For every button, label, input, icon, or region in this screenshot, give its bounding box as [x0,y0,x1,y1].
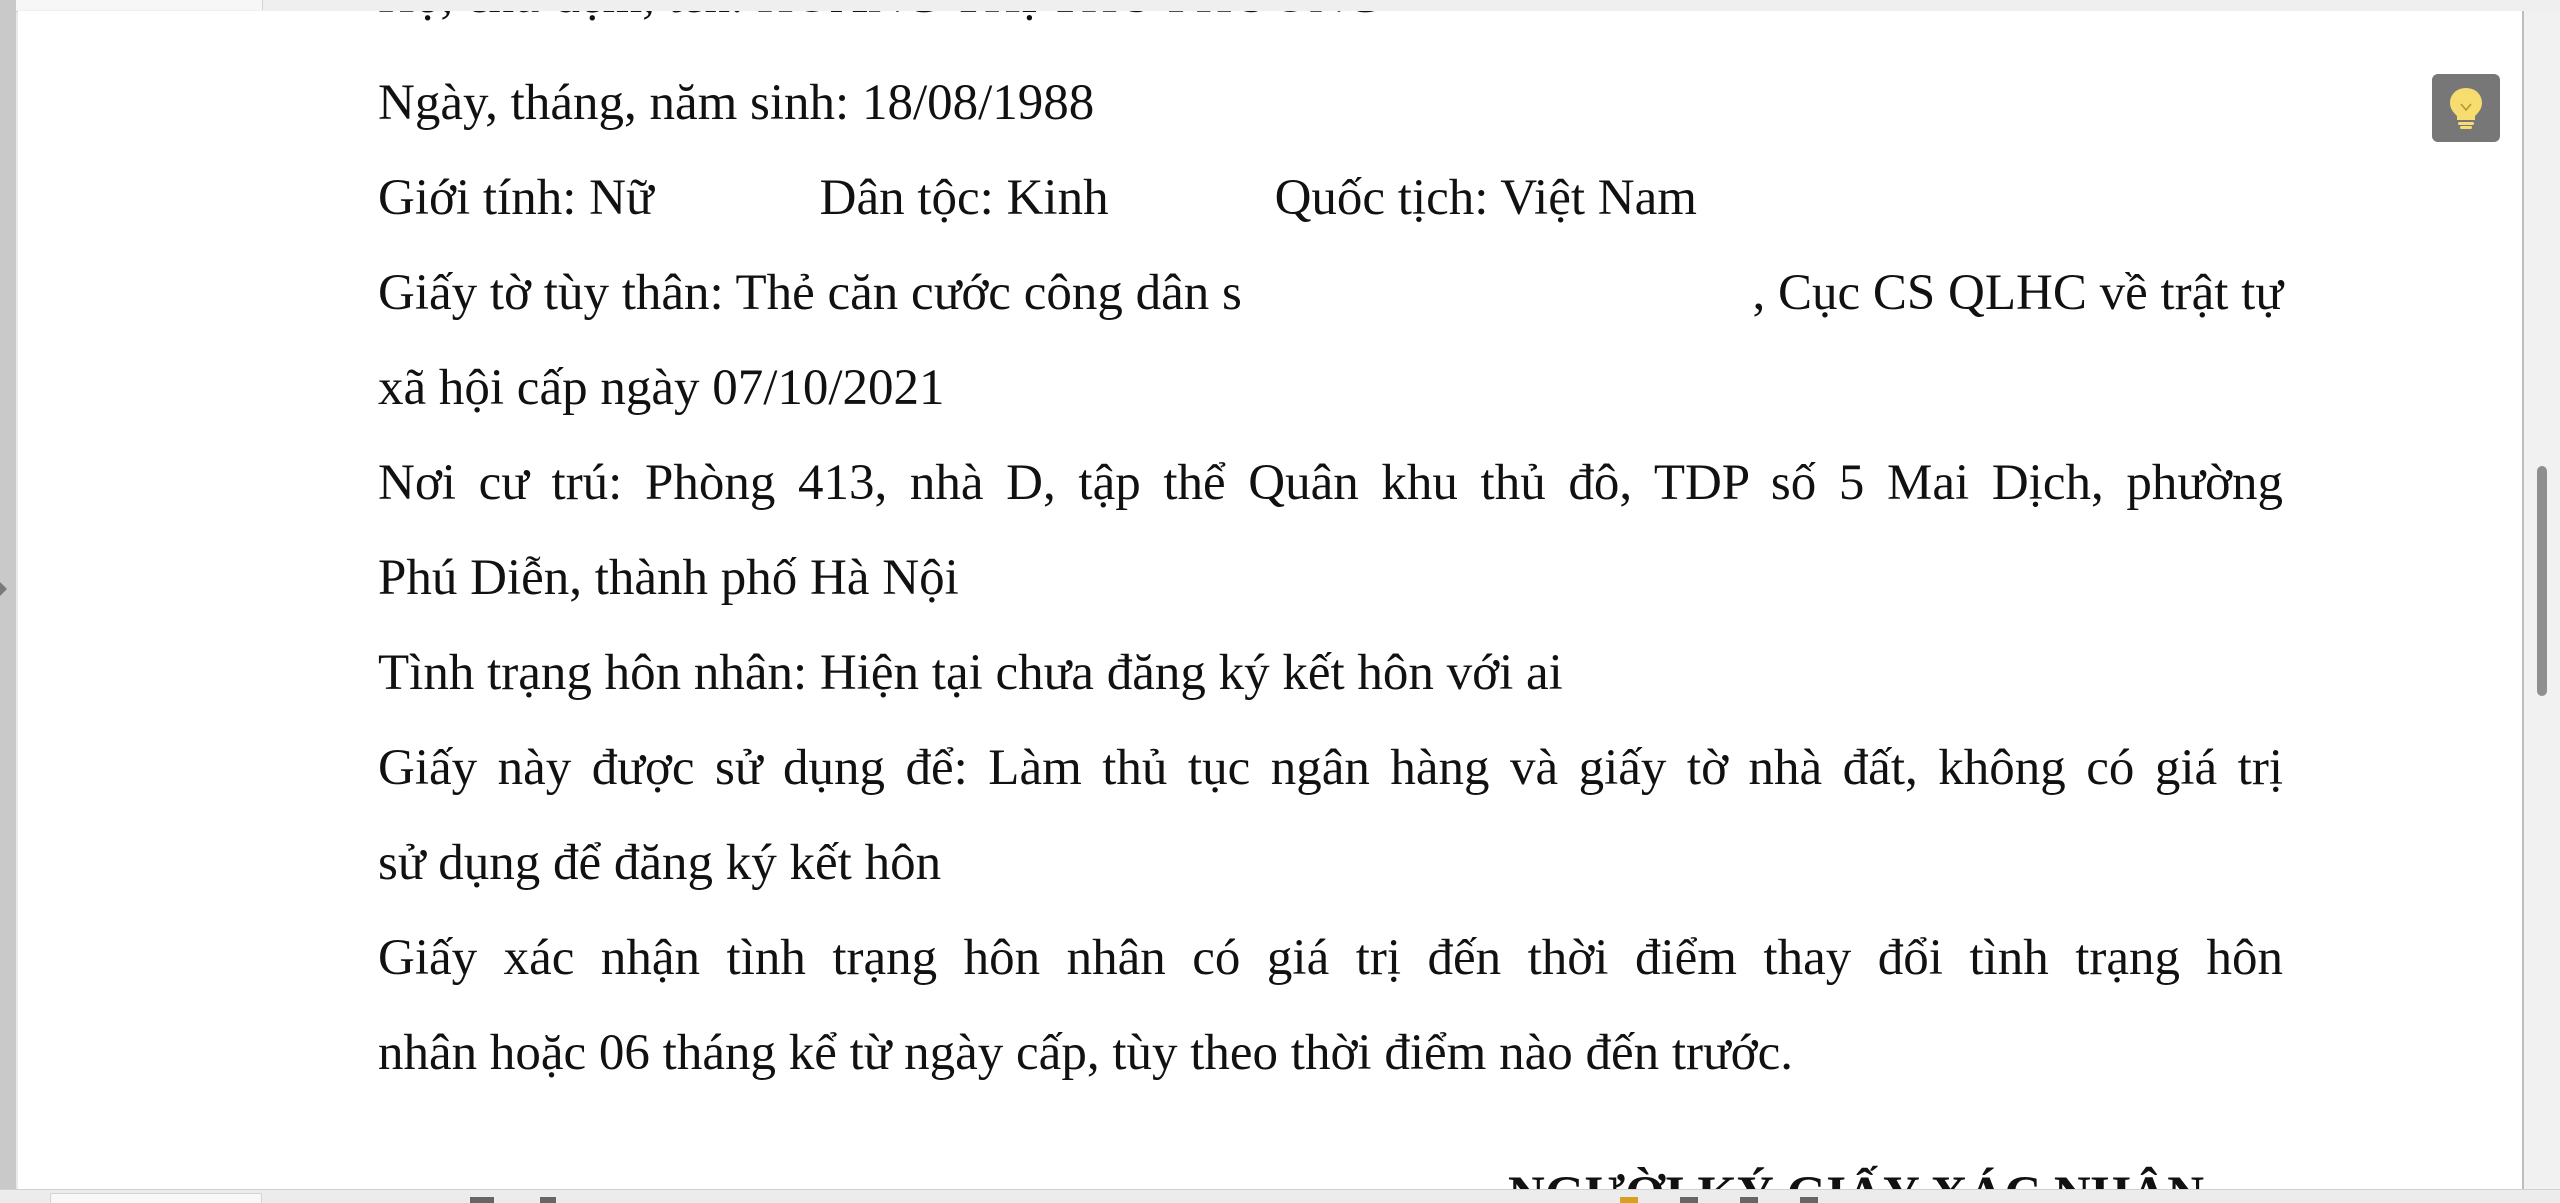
demographics-line: Giới tính: Nữ Dân tộc: Kinh Quốc tịch: V… [378,151,1697,246]
purpose-line-1: Giấy này được sử dụng để: Làm thủ tục ng… [378,740,2283,796]
residence-line-1: Nơi cư trú: Phòng 413, nhà D, tập thể Qu… [378,455,2283,511]
bottom-toolbar-edge [0,1189,2560,1203]
tip-button[interactable] [2432,74,2500,142]
id-document-line-2: xã hội cấp ngày 07/10/2021 [378,360,945,416]
toolbar-glyph[interactable] [1800,1197,1818,1203]
vertical-scrollbar[interactable] [2524,11,2560,1191]
id-document-label: Giấy tờ tùy thân: Thẻ căn cước công dân … [378,265,1242,321]
id-document-line: Giấy tờ tùy thân: Thẻ căn cước công dân … [378,246,2283,341]
residence-line-2: Phú Diễn, thành phố Hà Nội [378,550,959,606]
bottom-tab[interactable] [50,1193,262,1203]
gender-field: Giới tính: Nữ [378,170,654,226]
top-tab[interactable] [0,0,263,10]
name-line: Họ, chữ đệm, tên: HOÀNG THỊ THU PHƯƠNG [378,11,1383,44]
signer-heading: NGƯỜI KÝ GIẤY XÁC NHẬN [1508,1165,2204,1189]
document-viewer: Họ, chữ đệm, tên: HOÀNG THỊ THU PHƯƠNG N… [0,0,2560,1203]
toolbar-glyph[interactable] [1620,1197,1638,1203]
marital-status-line: Tình trạng hôn nhân: Hiện tại chưa đăng … [378,645,1563,701]
lightbulb-icon [2450,88,2482,129]
left-panel-edge [0,0,16,1203]
document-page: Họ, chữ đệm, tên: HOÀNG THỊ THU PHƯƠNG N… [18,11,2522,1189]
toolbar-glyph[interactable] [540,1197,556,1203]
nationality-field: Quốc tịch: Việt Nam [1274,170,1697,226]
scrollbar-thumb[interactable] [2537,466,2547,696]
birth-date-line: Ngày, tháng, năm sinh: 18/08/1988 [378,75,1095,131]
id-document-issuer: , Cục CS QLHC về trật tự [1752,265,2283,321]
toolbar-glyph[interactable] [1740,1197,1758,1203]
validity-line-2: nhân hoặc 06 tháng kể từ ngày cấp, tùy t… [378,1025,1794,1081]
validity-line-1: Giấy xác nhận tình trạng hôn nhân có giá… [378,930,2283,986]
toolbar-glyph[interactable] [470,1197,494,1203]
redacted-id-number [1322,246,1672,247]
ethnicity-field: Dân tộc: Kinh [819,170,1109,226]
purpose-line-2: sử dụng để đăng ký kết hôn [378,835,942,891]
toolbar-glyph[interactable] [1680,1197,1698,1203]
expand-panel-icon[interactable] [0,582,7,596]
